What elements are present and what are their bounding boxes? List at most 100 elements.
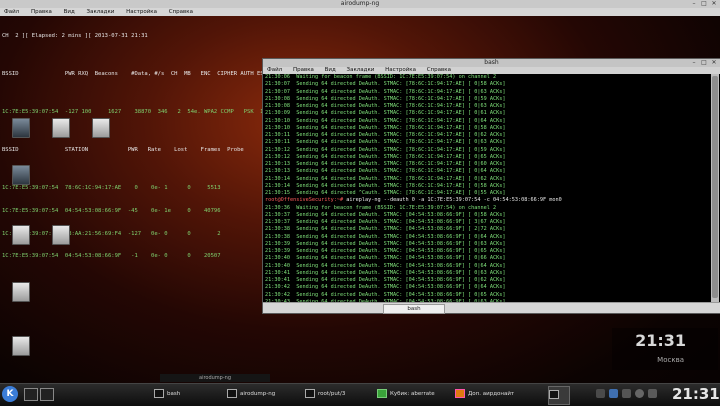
- menu-bookmarks[interactable]: Закладки: [87, 9, 115, 15]
- prompt: root@OffensiveSecurity:~#: [265, 197, 344, 204]
- task-konsole-active[interactable]: [548, 386, 570, 405]
- menu-view[interactable]: Вид: [64, 9, 75, 15]
- menu-view[interactable]: Вид: [325, 67, 336, 73]
- terminal-line: 21:30:37 Sending 64 directed DeAuth. STM…: [265, 219, 506, 225]
- notification-icon[interactable]: [635, 389, 644, 398]
- desktop-icon[interactable]: [86, 118, 116, 140]
- task-airodump[interactable]: airodump-ng: [227, 386, 303, 403]
- terminal-line: 21:30:42 Sending 64 directed DeAuth. STM…: [265, 291, 506, 298]
- konsole-title: bash: [484, 59, 499, 66]
- terminal-line: 21:30:10 Sending 64 directed DeAuth. STM…: [265, 117, 506, 124]
- airodump-line: BSSID PWR RXQ Beacons #Data, #/s CH MB E…: [2, 71, 274, 78]
- task-folder[interactable]: root/put/3: [305, 386, 373, 403]
- close-icon[interactable]: ✕: [710, 1, 718, 7]
- terminal-icon: [227, 389, 237, 398]
- desktop-icon[interactable]: [6, 225, 36, 247]
- menu-edit[interactable]: Правка: [31, 9, 52, 15]
- airodump-line: 1C:7E:E5:39:07:54 -127 100 1627 38870 34…: [2, 109, 284, 116]
- terminal-line: 21:30:40 Sending 64 directed DeAuth. STM…: [265, 255, 506, 262]
- folder-icon: [12, 165, 30, 185]
- start-menu-button[interactable]: K: [2, 386, 18, 402]
- scrollbar-thumb[interactable]: [712, 76, 718, 298]
- task-app[interactable]: Кубик: aberrate: [377, 386, 451, 403]
- document-icon: [92, 118, 110, 138]
- desktop-pager-icon[interactable]: [24, 388, 38, 401]
- desktop-icon[interactable]: [6, 336, 36, 358]
- airodump-title: airodump-ng: [340, 0, 380, 7]
- terminal-prompt-line: root@OffensiveSecurity:~# aireplay-ng --…: [265, 197, 562, 204]
- terminal-line: 21:30:15 Sending 64 directed ^Cauth. STM…: [265, 190, 506, 196]
- airodump-titlebar[interactable]: airodump-ng – □ ✕: [0, 0, 720, 8]
- desktop-icon[interactable]: [6, 165, 36, 187]
- desktop-icon[interactable]: [46, 118, 76, 140]
- konsole-menubar: Файл Правка Вид Закладки Настройка Справ…: [263, 67, 720, 74]
- terminal-line: 21:30:09 Sending 64 directed DeAuth. STM…: [265, 110, 506, 117]
- terminal-icon: [305, 389, 315, 398]
- command: aireplay-ng --deauth 0 -a 1C:7E:E5:39:07…: [343, 197, 562, 204]
- settings-icon: [12, 336, 30, 356]
- task-bash[interactable]: bash: [154, 386, 222, 403]
- airodump-output: CH 2 ][ Elapsed: 2 mins ][ 2013-07-31 21…: [2, 18, 284, 276]
- vlc-icon: [455, 389, 465, 398]
- airodump-line: 1C:7E:E5:39:07:54 C8:AA:21:56:69:F4 -127…: [2, 230, 221, 237]
- tray-icon[interactable]: [596, 389, 605, 398]
- taskbar-clock[interactable]: 21:31: [672, 385, 720, 403]
- document-icon: [52, 118, 70, 138]
- terminal-line: 21:30:13 Sending 64 directed DeAuth. STM…: [265, 168, 506, 175]
- terminal-line: 21:30:11 Sending 64 directed DeAuth. STM…: [265, 139, 506, 146]
- menu-settings[interactable]: Настройка: [126, 9, 157, 15]
- terminal-icon: [549, 390, 559, 399]
- terminal-line: 21:30:41 Sending 64 directed DeAuth. STM…: [265, 277, 506, 283]
- airodump-line: 1C:7E:E5:39:07:54 04:54:53:08:66:9F -45 …: [2, 207, 221, 214]
- terminal-line: 21:30:08 Sending 64 directed DeAuth. STM…: [265, 95, 506, 102]
- terminal-lines: 21:30:06 Waiting for beacon frame (BSSID…: [265, 74, 562, 302]
- menu-settings[interactable]: Настройка: [385, 67, 416, 73]
- konsole-titlebar[interactable]: bash – □ ✕: [263, 59, 720, 67]
- terminal-line: 21:30:40 Sending 64 directed DeAuth. STM…: [265, 262, 506, 269]
- maximize-icon[interactable]: □: [700, 1, 708, 7]
- menu-help[interactable]: Справка: [169, 9, 193, 15]
- battery-icon[interactable]: [648, 389, 657, 398]
- close-icon[interactable]: ✕: [710, 60, 718, 66]
- konsole-window[interactable]: bash – □ ✕ Файл Правка Вид Закладки Наст…: [262, 58, 720, 314]
- terminal-line: 21:30:12 Sending 64 directed DeAuth. STM…: [265, 153, 506, 160]
- tab-bash[interactable]: bash: [383, 304, 445, 314]
- terminal-line: 21:30:07 Sending 64 directed DeAuth. STM…: [265, 81, 506, 88]
- desktop-icon[interactable]: [6, 282, 36, 304]
- terminal-line: 21:30:12 Sending 64 directed DeAuth. STM…: [265, 146, 506, 153]
- terminal-line: 21:30:36 Waiting for beacon frame (BSSID…: [265, 204, 497, 211]
- app-icon: [377, 389, 387, 398]
- terminal-line: 21:30:14 Sending 64 directed DeAuth. STM…: [265, 182, 506, 189]
- hidden-window-strip[interactable]: airodump-ng: [160, 374, 270, 382]
- terminal-line: 21:30:06 Waiting for beacon frame (BSSID…: [265, 74, 497, 80]
- menu-help[interactable]: Справка: [427, 67, 451, 73]
- task-player[interactable]: Доп. аирдонайт: [455, 386, 545, 403]
- volume-icon[interactable]: [622, 389, 631, 398]
- menu-edit[interactable]: Правка: [293, 67, 314, 73]
- maximize-icon[interactable]: □: [700, 60, 708, 66]
- terminal-line: 21:30:07 Sending 64 directed DeAuth. STM…: [265, 88, 506, 95]
- airodump-line: 1C:7E:E5:39:07:54 04:54:53:08:66:9F -1 0…: [2, 253, 221, 260]
- menu-file[interactable]: Файл: [267, 67, 282, 73]
- clock-widget-city: Москва: [657, 356, 684, 364]
- menu-bookmarks[interactable]: Закладки: [347, 67, 375, 73]
- terminal-line: 21:30:14 Sending 64 directed DeAuth. STM…: [265, 175, 506, 182]
- desktop-icon[interactable]: [6, 118, 36, 140]
- menu-file[interactable]: Файл: [4, 9, 19, 15]
- airodump-line: CH 2 ][ Elapsed: 2 mins ][ 2013-07-31 21…: [2, 33, 148, 40]
- taskbar: K bash airodump-ng root/put/3 Кубик: abe…: [0, 383, 720, 406]
- desktop-pager-icon[interactable]: [40, 388, 54, 401]
- terminal-line: 21:30:39 Sending 64 directed DeAuth. STM…: [265, 248, 506, 254]
- settings-icon: [12, 282, 30, 302]
- terminal-output[interactable]: 21:30:06 Waiting for beacon frame (BSSID…: [263, 74, 710, 302]
- konsole-tabbar: bash: [263, 302, 720, 314]
- minimize-icon[interactable]: –: [690, 60, 698, 66]
- network-icon[interactable]: [609, 389, 618, 398]
- minimize-icon[interactable]: –: [690, 1, 698, 7]
- terminal-line: 21:30:42 Sending 64 directed DeAuth. STM…: [265, 284, 506, 291]
- settings-icon: [12, 225, 30, 245]
- desktop-icon[interactable]: [46, 225, 76, 247]
- settings-icon: [52, 225, 70, 245]
- terminal-line: 21:30:41 Sending 64 directed DeAuth. STM…: [265, 269, 506, 276]
- clock-widget-time: 21:31: [635, 331, 686, 350]
